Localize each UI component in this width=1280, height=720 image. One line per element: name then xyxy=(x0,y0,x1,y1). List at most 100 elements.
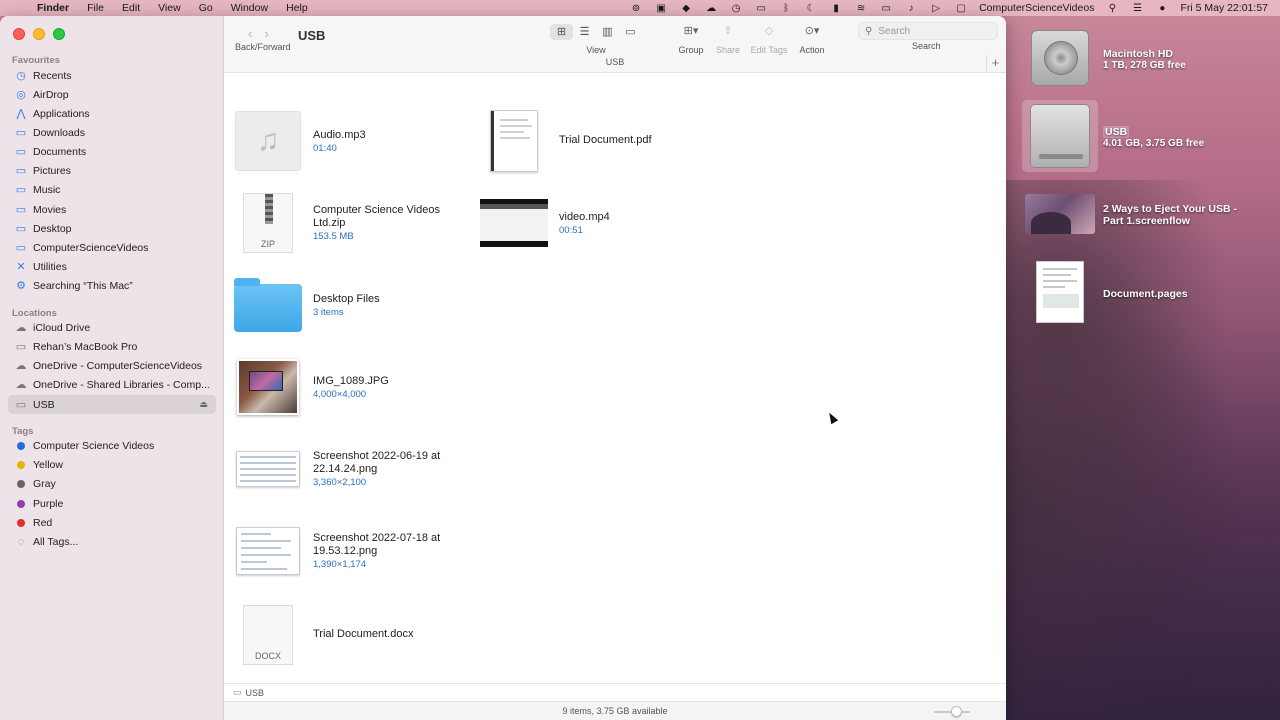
slider-knob[interactable] xyxy=(951,706,962,717)
close-button[interactable] xyxy=(13,28,25,40)
tab-title[interactable]: USB xyxy=(224,57,1006,67)
file-item-audio[interactable]: ♫ Audio.mp3 01:40 xyxy=(234,109,366,173)
menu-view[interactable]: View xyxy=(151,2,192,14)
tag-color-dot xyxy=(17,460,25,469)
file-item-video[interactable]: video.mp4 00:51 xyxy=(480,191,610,255)
sidebar-tag-computer-science-videos[interactable]: Computer Science Videos xyxy=(8,436,216,455)
siri-icon[interactable]: ● xyxy=(1155,3,1169,14)
menu-bar-clock[interactable]: Fri 5 May 22:01:57 xyxy=(1180,2,1268,14)
usb-drive-icon[interactable] xyxy=(1022,100,1098,172)
sidebar-item-label: Desktop xyxy=(33,222,72,235)
eject-icon[interactable]: ⏏ xyxy=(199,399,208,410)
spotlight-search-icon[interactable]: ⚲ xyxy=(1105,3,1119,14)
zoom-button[interactable] xyxy=(53,28,65,40)
sidebar-item-desktop[interactable]: ▭ Desktop xyxy=(8,219,216,238)
camera-icon[interactable]: ▣ xyxy=(654,3,668,14)
sidebar-tag-purple[interactable]: Purple xyxy=(8,494,216,513)
wifi-icon[interactable]: ≋ xyxy=(854,3,868,14)
cloud-icon: ☁ xyxy=(15,379,27,391)
hard-drive-icon[interactable] xyxy=(1022,22,1098,94)
icon-view-icon[interactable]: ⊞ xyxy=(550,24,573,40)
sidebar-item-applications[interactable]: ⋀ Applications xyxy=(8,104,216,123)
sidebar-item-downloads[interactable]: ▭ Downloads xyxy=(8,123,216,142)
volume-icon[interactable]: ♪ xyxy=(904,3,918,14)
app-status-icon[interactable]: ◆ xyxy=(679,3,693,14)
airplay-icon[interactable]: ▭ xyxy=(879,3,893,14)
file-item-zip[interactable]: ZIP Computer Science Videos Ltd.zip 153.… xyxy=(234,191,463,255)
sidebar-item-icloud-drive[interactable]: ☁ iCloud Drive xyxy=(8,318,216,337)
edit-tags-button[interactable]: ◇ Edit Tags xyxy=(749,24,789,55)
menu-go[interactable]: Go xyxy=(192,2,224,14)
file-item-folder[interactable]: Desktop Files 3 items xyxy=(234,273,380,337)
file-name: Desktop Files xyxy=(313,292,380,305)
sidebar-item-label: Computer Science Videos xyxy=(33,439,155,452)
desktop-item-sub: 4.01 GB, 3.75 GB free xyxy=(1103,138,1205,149)
bluetooth-icon[interactable]: ᛒ xyxy=(779,3,793,14)
desktop-item-screenflow[interactable]: 2 Ways to Eject Your USB - Part 1.screen… xyxy=(1022,178,1253,250)
desktop-item-macintosh-hd[interactable]: Macintosh HD 1 TB, 278 GB free xyxy=(1022,22,1186,94)
new-tab-button[interactable]: + xyxy=(986,55,1004,71)
file-meta: 4,000×4,000 xyxy=(313,388,367,400)
path-bar-usb[interactable]: USB xyxy=(246,688,265,698)
back-arrow-icon[interactable]: ‹ xyxy=(248,26,252,41)
group-icon: ⊞▾ xyxy=(683,25,699,37)
sidebar-all-tags[interactable]: ◌ All Tags... xyxy=(8,532,216,551)
menu-window[interactable]: Window xyxy=(224,2,279,14)
desktop-item-pages[interactable]: Document.pages xyxy=(1022,256,1188,328)
forward-arrow-icon[interactable]: › xyxy=(264,26,268,41)
battery-icon[interactable]: ▮ xyxy=(829,3,843,14)
control-center-icon[interactable]: ☰ xyxy=(1130,3,1144,14)
display-icon[interactable]: ▭ xyxy=(754,3,768,14)
focus-moon-icon[interactable]: ☾ xyxy=(804,3,818,14)
window-icon[interactable]: ▢ xyxy=(954,3,968,14)
play-icon[interactable]: ▷ xyxy=(929,3,943,14)
file-item-image[interactable]: IMG_1089.JPG 4,000×4,000 xyxy=(234,355,389,419)
sidebar-item-utilities[interactable]: ✕ Utilities xyxy=(8,257,216,276)
sidebar-item-searching-this-mac[interactable]: ⚙ Searching “This Mac” xyxy=(8,276,216,295)
list-view-icon[interactable]: ☰ xyxy=(573,24,596,40)
screenflow-file-icon[interactable] xyxy=(1022,178,1098,250)
sidebar-item-airdrop[interactable]: ◎ AirDrop xyxy=(8,85,216,104)
sidebar-item-pictures[interactable]: ▭ Pictures xyxy=(8,161,216,180)
sidebar-item-recents[interactable]: ◷ Recents xyxy=(8,66,216,85)
column-view-icon[interactable]: ▥ xyxy=(596,24,619,40)
share-button[interactable]: ⇪ Share xyxy=(714,24,742,55)
menu-edit[interactable]: Edit xyxy=(115,2,151,14)
sidebar-item-onedrive[interactable]: ☁ OneDrive - ComputerScienceVideos xyxy=(8,356,216,375)
gallery-view-icon[interactable]: ▭ xyxy=(619,24,642,40)
file-item-screenshot-1[interactable]: Screenshot 2022-06-19 at 22.14.24.png 3,… xyxy=(234,437,463,501)
sidebar-item-computersciencevideos[interactable]: ▭ ComputerScienceVideos xyxy=(8,238,216,257)
docx-file-icon: DOCX xyxy=(234,603,302,667)
icon-size-slider[interactable] xyxy=(934,706,970,717)
minimize-button[interactable] xyxy=(33,28,45,40)
sidebar-item-documents[interactable]: ▭ Documents xyxy=(8,142,216,161)
airdrop-icon: ◎ xyxy=(16,89,26,101)
menu-file[interactable]: File xyxy=(80,2,115,14)
menu-bar-user[interactable]: ComputerScienceVideos xyxy=(979,2,1094,14)
sidebar-item-movies[interactable]: ▭ Movies xyxy=(8,200,216,219)
desktop-item-usb[interactable]: USB 4.01 GB, 3.75 GB free xyxy=(1022,100,1204,172)
pages-document-icon[interactable] xyxy=(1022,256,1098,328)
menu-finder[interactable]: Finder xyxy=(30,2,80,14)
search-input[interactable]: ⚲ Search xyxy=(858,22,998,40)
menu-help[interactable]: Help xyxy=(279,2,319,14)
sidebar-item-music[interactable]: ▭ Music xyxy=(8,180,216,199)
file-item-screenshot-2[interactable]: Screenshot 2022-07-18 at 19.53.12.png 1,… xyxy=(234,519,463,583)
sidebar-item-macbook-pro[interactable]: ▭ Rehan’s MacBook Pro xyxy=(8,337,216,356)
action-button[interactable]: ⊙▾ Action xyxy=(798,24,826,55)
utilities-icon: ✕ xyxy=(16,261,26,273)
sidebar-tag-red[interactable]: Red xyxy=(8,513,216,532)
sidebar-tag-gray[interactable]: Gray xyxy=(8,474,216,493)
file-item-pdf[interactable]: Trial Document.pdf xyxy=(480,109,652,173)
sidebar-item-label: Documents xyxy=(33,145,87,158)
sidebar-item-onedrive-shared[interactable]: ☁ OneDrive - Shared Libraries - Comp... xyxy=(8,375,216,394)
cloud-icon[interactable]: ☁ xyxy=(704,3,718,14)
sidebar-tag-yellow[interactable]: Yellow xyxy=(8,455,216,474)
file-item-docx[interactable]: DOCX Trial Document.docx xyxy=(234,603,413,667)
sidebar-item-usb[interactable]: ▭ USB ⏏ xyxy=(8,395,216,414)
sidebar-item-label: Rehan’s MacBook Pro xyxy=(33,340,138,353)
group-button[interactable]: ⊞▾ Group xyxy=(676,24,706,55)
time-machine-icon[interactable]: ◷ xyxy=(729,3,743,14)
file-name: Trial Document.docx xyxy=(313,628,414,640)
screen-record-icon[interactable]: ⊚ xyxy=(629,3,643,14)
